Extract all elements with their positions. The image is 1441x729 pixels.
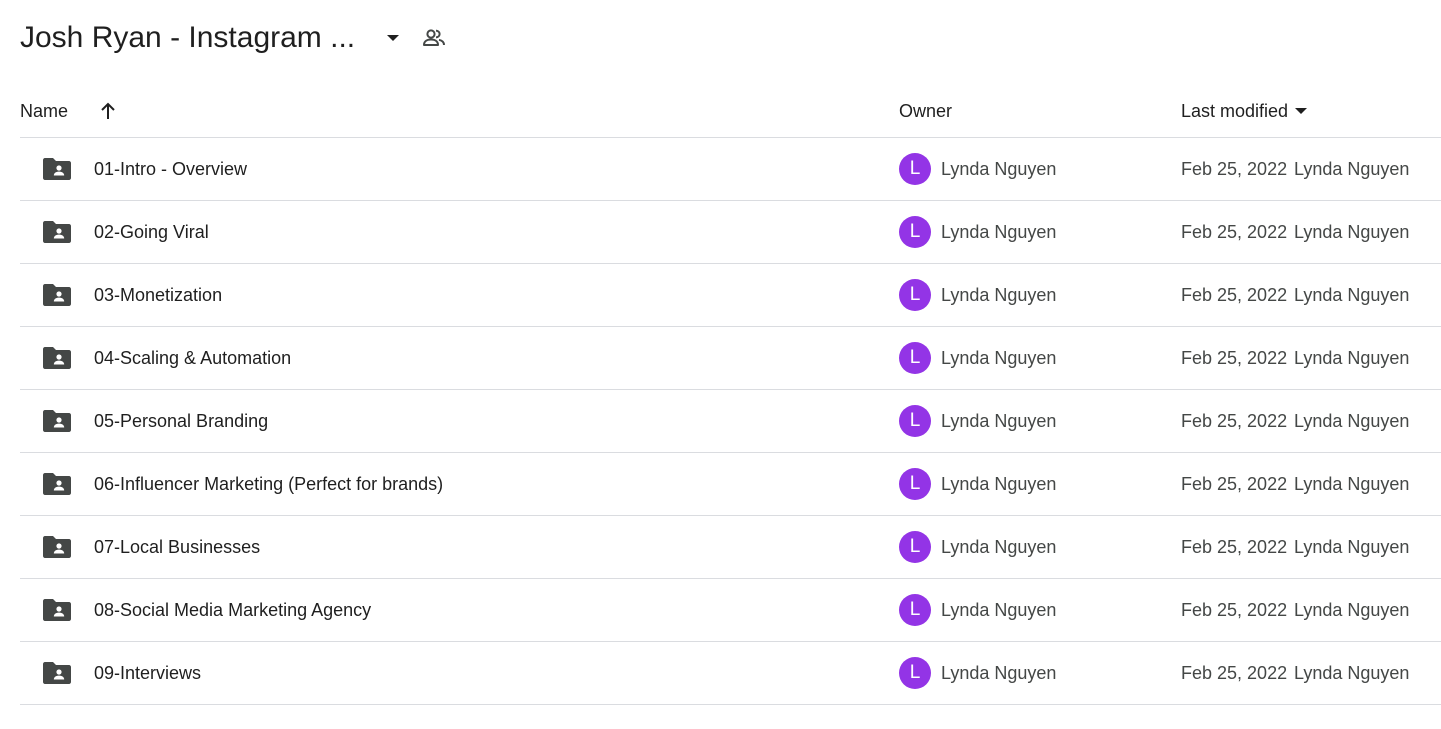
table-row[interactable]: 03-Monetization L Lynda Nguyen Feb 25, 2… — [20, 264, 1441, 327]
table-row[interactable]: 06-Influencer Marketing (Perfect for bra… — [20, 453, 1441, 516]
owner-name: Lynda Nguyen — [941, 474, 1057, 494]
arrow-drop-down-icon[interactable] — [381, 26, 405, 50]
last-modified-column-label: Last modified — [1181, 100, 1289, 121]
avatar: L — [899, 657, 931, 689]
folder-name[interactable]: 01-Intro - Overview — [94, 138, 247, 200]
avatar: L — [899, 216, 931, 248]
owner-column-label: Owner — [899, 100, 953, 121]
avatar: L — [899, 531, 931, 563]
shared-folder-icon — [43, 410, 71, 432]
people-icon[interactable] — [420, 24, 448, 52]
arrow-upward-icon[interactable] — [98, 101, 118, 121]
modified-date: Feb 25, 2022 — [1181, 600, 1288, 620]
owner-name: Lynda Nguyen — [941, 159, 1057, 179]
folder-name[interactable]: 07-Local Businesses — [94, 516, 260, 578]
table-row[interactable]: 08-Social Media Marketing Agency L Lynda… — [20, 579, 1441, 642]
modified-by: Lynda Nguyen — [1294, 222, 1410, 242]
folder-header: Josh Ryan - Instagram ... — [20, 14, 448, 62]
avatar: L — [899, 594, 931, 626]
modified-date: Feb 25, 2022 — [1181, 474, 1288, 494]
modified-date: Feb 25, 2022 — [1181, 348, 1288, 368]
shared-folder-icon — [43, 473, 71, 495]
shared-folder-icon — [43, 599, 71, 621]
arrow-drop-down-icon[interactable] — [1294, 104, 1308, 118]
modified-date: Feb 25, 2022 — [1181, 411, 1288, 431]
owner-column-header: Owner — [899, 85, 952, 137]
owner-name: Lynda Nguyen — [941, 537, 1057, 557]
folder-name[interactable]: 06-Influencer Marketing (Perfect for bra… — [94, 453, 443, 515]
owner-name: Lynda Nguyen — [941, 222, 1057, 242]
modified-by: Lynda Nguyen — [1294, 600, 1410, 620]
folder-title[interactable]: Josh Ryan - Instagram ... — [20, 21, 355, 55]
modified-date: Feb 25, 2022 — [1181, 159, 1288, 179]
modified-by: Lynda Nguyen — [1294, 663, 1410, 683]
file-list-body: 01-Intro - Overview L Lynda Nguyen Feb 2… — [20, 138, 1441, 705]
shared-folder-icon — [43, 221, 71, 243]
avatar: L — [899, 342, 931, 374]
name-column-label: Name — [20, 100, 69, 121]
avatar: L — [899, 468, 931, 500]
file-list-header: Name Owner Last modified — [20, 85, 1441, 138]
modified-date: Feb 25, 2022 — [1181, 222, 1288, 242]
folder-name[interactable]: 03-Monetization — [94, 264, 222, 326]
shared-folder-icon — [43, 662, 71, 684]
avatar: L — [899, 279, 931, 311]
table-row[interactable]: 07-Local Businesses L Lynda Nguyen Feb 2… — [20, 516, 1441, 579]
modified-by: Lynda Nguyen — [1294, 159, 1410, 179]
modified-date: Feb 25, 2022 — [1181, 537, 1288, 557]
owner-name: Lynda Nguyen — [941, 663, 1057, 683]
shared-folder-icon — [43, 158, 71, 180]
modified-by: Lynda Nguyen — [1294, 285, 1410, 305]
file-list: Name Owner Last modified 01-Intro - Over… — [20, 85, 1441, 705]
modified-date: Feb 25, 2022 — [1181, 285, 1288, 305]
table-row[interactable]: 02-Going Viral L Lynda Nguyen Feb 25, 20… — [20, 201, 1441, 264]
owner-name: Lynda Nguyen — [941, 600, 1057, 620]
folder-name[interactable]: 09-Interviews — [94, 642, 201, 704]
table-row[interactable]: 01-Intro - Overview L Lynda Nguyen Feb 2… — [20, 138, 1441, 201]
folder-name[interactable]: 04-Scaling & Automation — [94, 327, 291, 389]
shared-folder-icon — [43, 536, 71, 558]
table-row[interactable]: 09-Interviews L Lynda Nguyen Feb 25, 202… — [20, 642, 1441, 705]
modified-date: Feb 25, 2022 — [1181, 663, 1288, 683]
table-row[interactable]: 05-Personal Branding L Lynda Nguyen Feb … — [20, 390, 1441, 453]
avatar: L — [899, 405, 931, 437]
folder-name[interactable]: 08-Social Media Marketing Agency — [94, 579, 371, 641]
table-row[interactable]: 04-Scaling & Automation L Lynda Nguyen F… — [20, 327, 1441, 390]
modified-by: Lynda Nguyen — [1294, 537, 1410, 557]
owner-name: Lynda Nguyen — [941, 285, 1057, 305]
modified-by: Lynda Nguyen — [1294, 411, 1410, 431]
shared-folder-icon — [43, 284, 71, 306]
owner-name: Lynda Nguyen — [941, 348, 1057, 368]
last-modified-column-header[interactable]: Last modified — [1181, 85, 1308, 137]
modified-by: Lynda Nguyen — [1294, 348, 1410, 368]
name-column-header[interactable]: Name — [20, 85, 118, 137]
folder-name[interactable]: 02-Going Viral — [94, 201, 209, 263]
shared-folder-icon — [43, 347, 71, 369]
avatar: L — [899, 153, 931, 185]
modified-by: Lynda Nguyen — [1294, 474, 1410, 494]
folder-name[interactable]: 05-Personal Branding — [94, 390, 268, 452]
owner-name: Lynda Nguyen — [941, 411, 1057, 431]
